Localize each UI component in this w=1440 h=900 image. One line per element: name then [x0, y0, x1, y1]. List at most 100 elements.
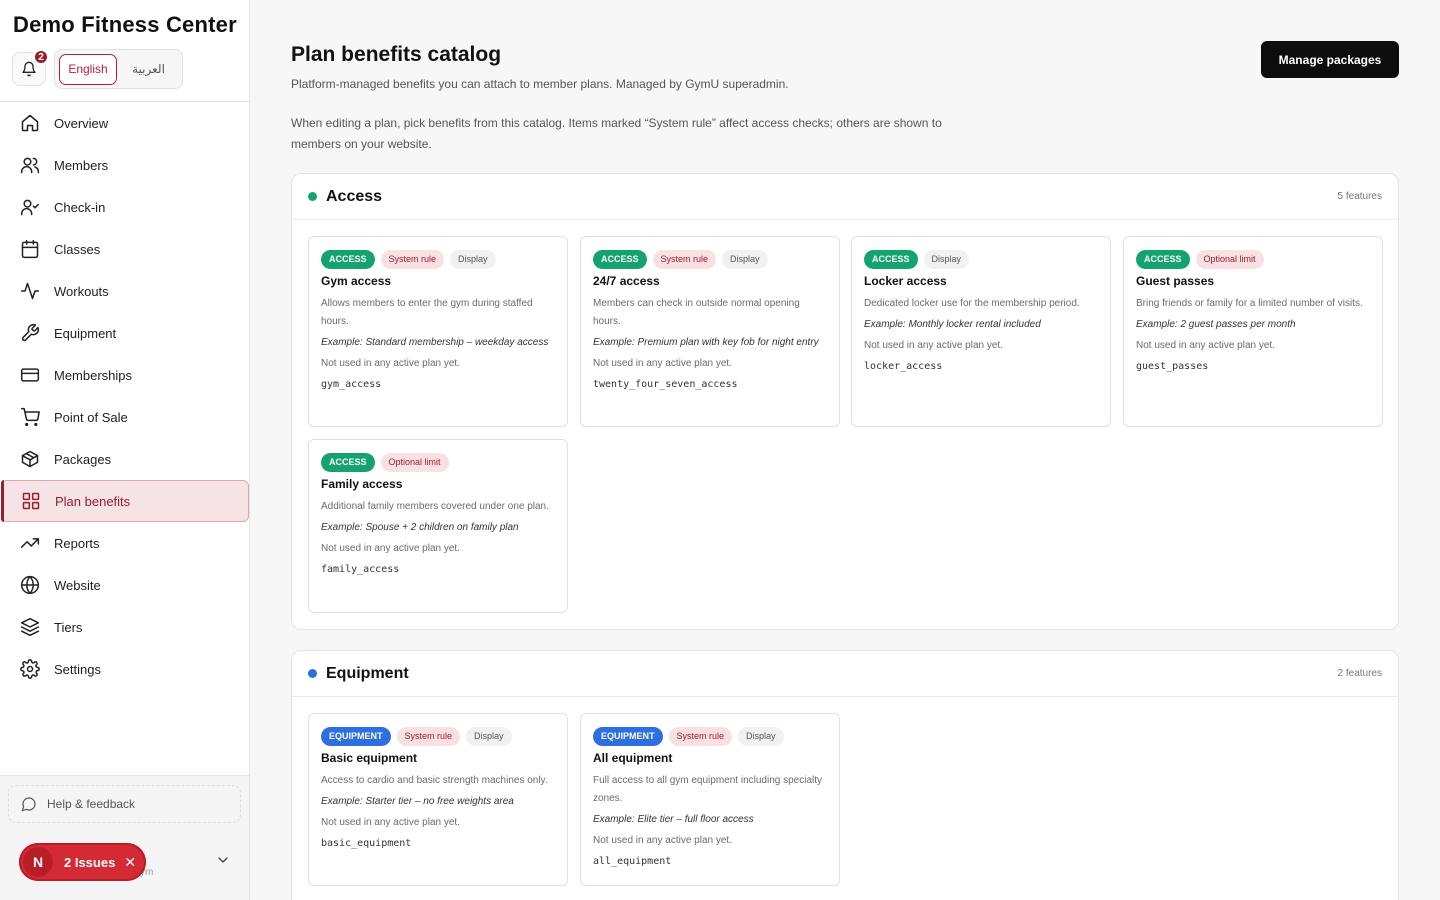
issues-label: 2 Issues — [64, 854, 116, 870]
gear-icon — [20, 659, 40, 679]
sidebar-item-settings[interactable]: Settings — [0, 648, 249, 690]
issues-avatar: N — [23, 847, 53, 877]
benefit-example: Example: Premium plan with key fob for n… — [593, 337, 819, 348]
display-badge: Display — [923, 249, 970, 269]
page-subtitle: Platform-managed benefits you can attach… — [291, 77, 789, 91]
benefit-card-basic-equipment[interactable]: EQUIPMENT System rule Display Basic equi… — [308, 713, 568, 886]
issues-indicator[interactable]: N 2 Issues ✕ — [19, 843, 146, 881]
benefit-description: Access to cardio and basic strength mach… — [321, 775, 548, 786]
close-icon[interactable]: ✕ — [124, 854, 136, 871]
package-icon — [21, 450, 39, 468]
benefit-description: Bring friends or family for a limited nu… — [1136, 298, 1363, 309]
sidebar-item-memberships[interactable]: Memberships — [0, 354, 249, 396]
category-badge: ACCESS — [864, 249, 918, 269]
benefit-description: Additional family members covered under … — [321, 501, 549, 512]
benefit-key: all_equipment — [593, 856, 672, 867]
sidebar-item-label: Memberships — [54, 367, 133, 383]
help-feedback-button[interactable]: Help & feedback — [8, 785, 241, 823]
section-status-dot — [308, 669, 317, 678]
users-icon — [20, 157, 40, 174]
display-badge: Display — [722, 249, 768, 269]
section-status-dot — [308, 192, 317, 201]
benefit-usage: Not used in any active plan yet. — [321, 543, 460, 554]
sidebar-item-overview[interactable]: Overview — [0, 102, 249, 144]
sidebar-item-label: Classes — [54, 241, 101, 257]
sidebar-item-workouts[interactable]: Workouts — [0, 270, 249, 312]
benefit-key: gym_access — [321, 379, 382, 390]
sidebar-item-label: Website — [54, 577, 101, 593]
sidebar-item-label: Packages — [54, 451, 112, 467]
sidebar-item-members[interactable]: Members — [0, 144, 249, 186]
sidebar-item-reports[interactable]: Reports — [0, 522, 249, 564]
section-title: Equipment — [326, 664, 409, 682]
category-badge: ACCESS — [1136, 249, 1190, 269]
benefit-card-all-equipment[interactable]: EQUIPMENT System rule Display All equipm… — [580, 713, 840, 886]
message-circle-icon — [21, 797, 36, 812]
benefit-usage: Not used in any active plan yet. — [1136, 340, 1275, 351]
system-rule-badge: System rule — [668, 726, 733, 746]
page-description: When editing a plan, pick benefits from … — [291, 116, 942, 151]
sidebar-item-point-of-sale[interactable]: Point of Sale — [0, 396, 249, 438]
category-badge: ACCESS — [321, 452, 375, 472]
section-count: 2 features — [1337, 668, 1382, 679]
sidebar-item-label: Plan benefits — [55, 493, 131, 509]
sidebar-item-label: Tiers — [54, 619, 83, 635]
manage-packages-button[interactable]: Manage packages — [1261, 41, 1399, 78]
credit-card-icon — [20, 368, 40, 382]
sidebar-nav: Overview Members Check-in Classes Workou… — [0, 102, 249, 690]
benefit-card-gym-access[interactable]: ACCESS System rule Display Gym access Al… — [308, 236, 568, 427]
benefit-card-guest-passes[interactable]: ACCESS Optional limit Guest passes Bring… — [1123, 236, 1383, 427]
page-title: Plan benefits catalog — [291, 43, 502, 66]
sidebar-item-label: Overview — [54, 115, 109, 131]
benefit-key: guest_passes — [1136, 361, 1209, 372]
benefit-example: Example: Monthly locker rental included — [864, 319, 1041, 330]
benefit-title: 24/7 access — [593, 274, 660, 288]
cart-icon — [20, 407, 40, 427]
wrench-icon — [21, 323, 40, 342]
section-equipment: Equipment 2 features EQUIPMENT System ru… — [291, 650, 1399, 900]
benefit-key: basic_equipment — [321, 838, 412, 849]
sidebar-item-label: Reports — [54, 535, 100, 551]
benefit-title: All equipment — [593, 751, 673, 765]
section-access: Access 5 features ACCESS System rule Dis… — [291, 173, 1399, 630]
section-count: 5 features — [1337, 191, 1382, 202]
benefit-card-locker-access[interactable]: ACCESS Display Locker access Dedicated l… — [851, 236, 1111, 427]
system-rule-badge: System rule — [652, 249, 717, 269]
sidebar: Demo Fitness Center 2 English العربية Ov… — [0, 0, 250, 900]
lang-arabic-button[interactable]: العربية — [119, 54, 178, 85]
sidebar-item-website[interactable]: Website — [0, 564, 249, 606]
sidebar-item-tiers[interactable]: Tiers — [0, 606, 249, 648]
display-badge: Display — [738, 726, 784, 746]
benefit-title: Gym access — [321, 274, 392, 288]
benefit-title: Guest passes — [1136, 274, 1215, 288]
language-switcher: English العربية — [54, 49, 183, 89]
benefit-card-24-7-access[interactable]: ACCESS System rule Display 24/7 access M… — [580, 236, 840, 427]
sidebar-item-packages[interactable]: Packages — [0, 438, 249, 480]
globe-icon — [20, 575, 40, 595]
grid-icon — [22, 492, 40, 510]
chevron-down-icon[interactable] — [215, 852, 231, 868]
category-badge: EQUIPMENT — [321, 726, 391, 746]
section-title: Access — [326, 187, 383, 205]
benefit-usage: Not used in any active plan yet. — [321, 817, 460, 828]
sidebar-item-check-in[interactable]: Check-in — [0, 186, 249, 228]
benefit-usage: Not used in any active plan yet. — [593, 835, 732, 846]
lang-english-button[interactable]: English — [59, 53, 118, 85]
benefit-usage: Not used in any active plan yet. — [864, 340, 1003, 351]
benefit-example: Example: 2 guest passes per month — [1136, 319, 1296, 330]
optional-limit-badge: Optional limit — [1195, 249, 1264, 269]
sidebar-item-label: Check-in — [54, 199, 106, 215]
benefit-description: Members can check in outside normal open… — [593, 298, 800, 327]
bell-icon — [22, 61, 36, 77]
sidebar-item-equipment[interactable]: Equipment — [0, 312, 249, 354]
calendar-icon — [21, 239, 39, 259]
sidebar-item-classes[interactable]: Classes — [0, 228, 249, 270]
sidebar-item-label: Point of Sale — [54, 409, 128, 425]
category-badge: ACCESS — [321, 249, 375, 269]
user-check-icon — [20, 199, 40, 216]
benefit-example: Example: Starter tier – no free weights … — [321, 796, 514, 807]
sidebar-item-plan-benefits[interactable]: Plan benefits — [1, 480, 249, 522]
notifications-badge: 2 — [33, 49, 49, 65]
section-header: Equipment 2 features — [292, 651, 1398, 697]
benefit-card-family-access[interactable]: ACCESS Optional limit Family access Addi… — [308, 439, 568, 613]
